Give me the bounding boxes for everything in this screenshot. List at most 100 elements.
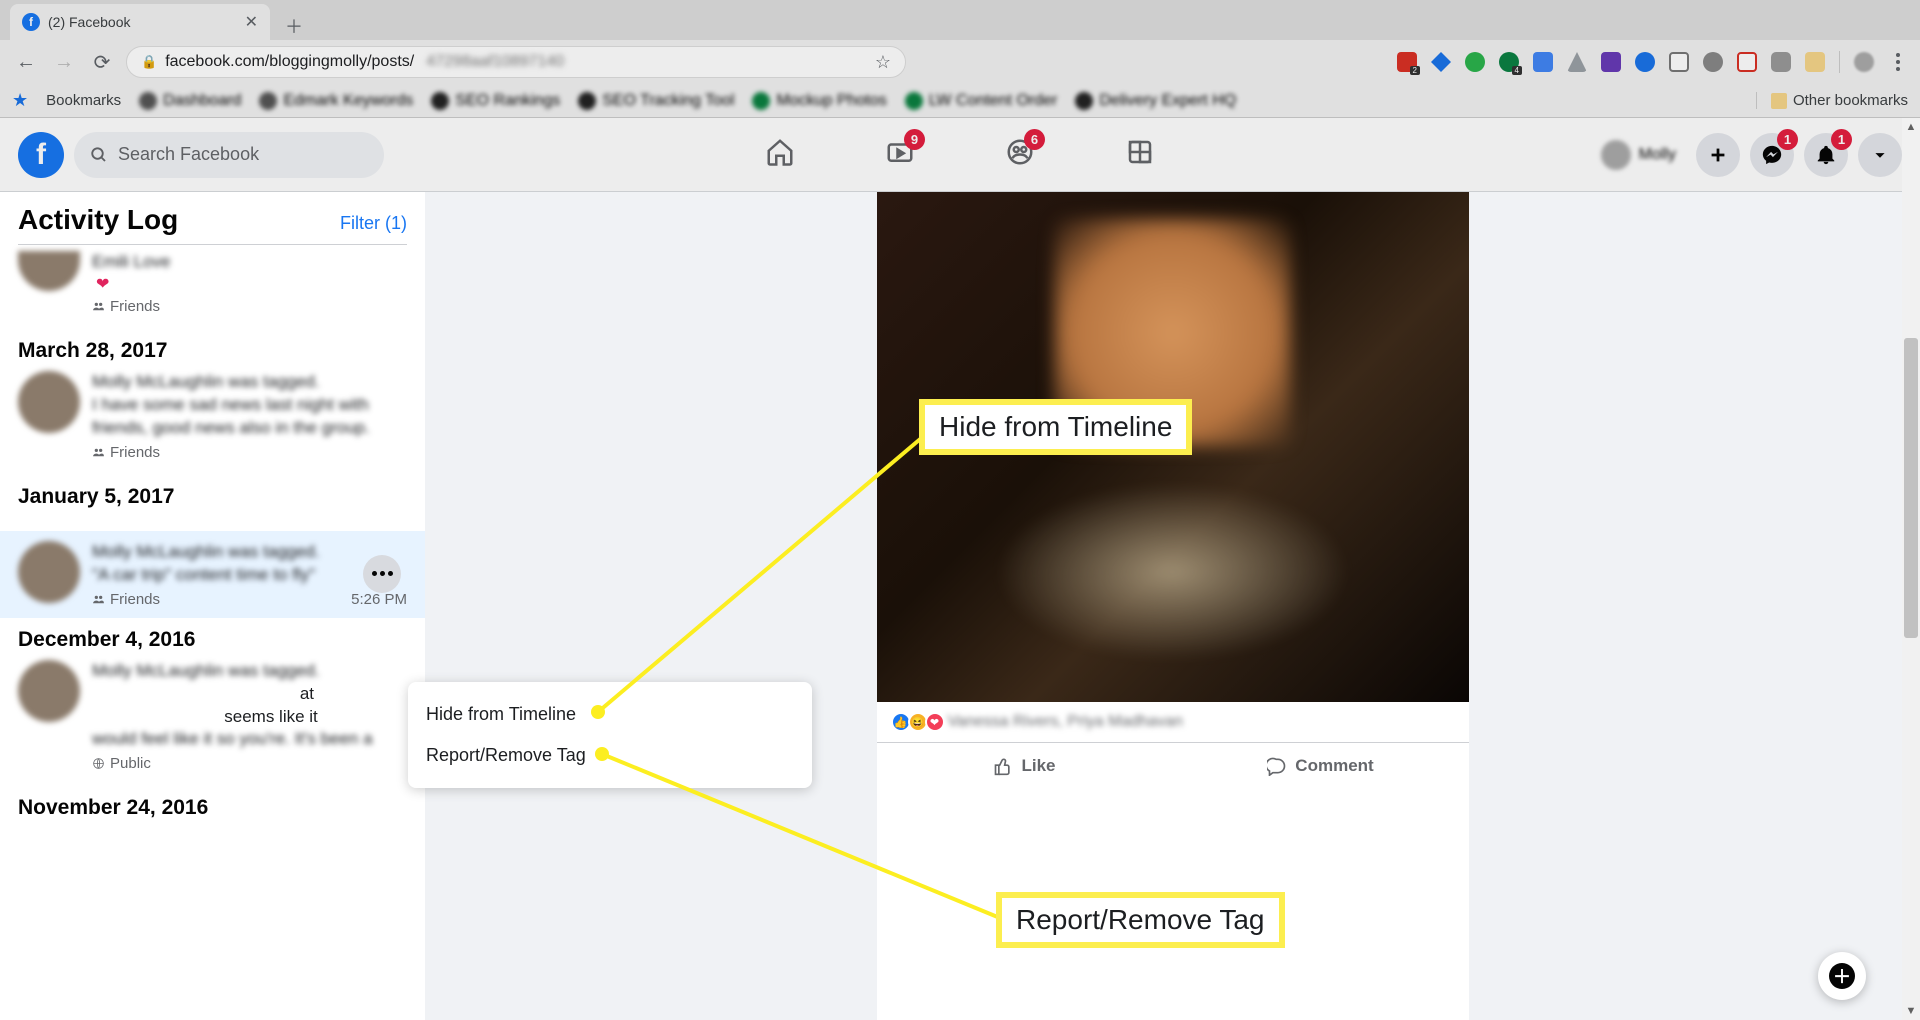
context-menu: Hide from Timeline Report/Remove Tag — [408, 682, 812, 788]
account-menu-button[interactable] — [1858, 133, 1902, 177]
date-header: March 28, 2017 — [18, 339, 407, 363]
bookmark-item[interactable]: SEO Rankings — [431, 92, 560, 110]
search-icon — [90, 146, 108, 164]
date-header: December 4, 2016 — [18, 628, 407, 652]
entry-time: 5:26 PM — [351, 591, 407, 608]
love-reaction-icon: ❤ — [925, 712, 945, 732]
bookmarks-label[interactable]: Bookmarks — [46, 92, 121, 109]
like-button[interactable]: Like — [877, 743, 1173, 789]
facebook-logo-icon[interactable]: f — [18, 132, 64, 178]
other-bookmarks[interactable]: Other bookmarks — [1756, 92, 1908, 109]
globe-icon — [92, 757, 105, 770]
plus-icon: ＋ — [1829, 963, 1855, 989]
friends-icon — [92, 593, 105, 606]
bookmark-item[interactable]: Delivery Expert HQ — [1075, 92, 1236, 110]
extension-icon[interactable] — [1669, 52, 1689, 72]
user-chip[interactable]: Molly — [1591, 136, 1686, 174]
nav-home[interactable] — [765, 137, 795, 172]
activity-entry-selected[interactable]: Molly McLaughlin was tagged. "A car trip… — [0, 531, 425, 618]
create-fab[interactable]: ＋ — [1818, 952, 1866, 1000]
nav-groups[interactable]: 6 — [1005, 137, 1035, 172]
ctx-hide-from-timeline[interactable]: Hide from Timeline — [408, 694, 812, 735]
close-icon[interactable]: ✕ — [245, 12, 258, 32]
friends-icon — [92, 446, 105, 459]
comment-button[interactable]: Comment — [1173, 743, 1469, 789]
date-header: January 5, 2017 — [18, 485, 407, 509]
extension-icon[interactable] — [1703, 52, 1723, 72]
extension-icon[interactable] — [1465, 52, 1485, 72]
activity-entry[interactable]: December 4, 2016 Molly McLaughlin was ta… — [0, 628, 425, 787]
scroll-thumb[interactable] — [1904, 338, 1918, 638]
fb-center-nav: 9 6 — [765, 137, 1155, 172]
badge: 6 — [1024, 129, 1045, 150]
reaction-stack: 👍 😆 ❤ — [891, 712, 942, 732]
extension-icon[interactable]: 2 — [1397, 52, 1417, 72]
vertical-scrollbar[interactable]: ▲ ▼ — [1902, 118, 1920, 1020]
extension-icon[interactable]: 4 — [1499, 52, 1519, 72]
extension-icon[interactable] — [1567, 52, 1587, 72]
home-icon — [765, 137, 795, 167]
bookmarks-bar: ★ Bookmarks Dashboard Edmark Keywords SE… — [0, 84, 1920, 118]
extension-icon[interactable] — [1805, 52, 1825, 72]
audience-label: Friends — [92, 298, 407, 315]
messenger-button[interactable]: 1 — [1750, 133, 1794, 177]
avatar — [18, 541, 80, 603]
badge: 1 — [1831, 129, 1852, 150]
bookmark-item[interactable]: LW Content Order — [905, 92, 1058, 110]
tab-bar: f (2) Facebook ✕ ＋ — [0, 0, 1920, 40]
avatar — [18, 251, 80, 291]
scroll-down-arrow[interactable]: ▼ — [1902, 1002, 1920, 1020]
extension-icon[interactable] — [1431, 52, 1451, 72]
bookmark-item[interactable]: Mockup Photos — [752, 92, 886, 110]
main-content: Activity Log Filter (1) Emili Love ❤ Fri… — [0, 192, 1920, 1020]
bookmark-star-icon: ★ — [12, 90, 28, 111]
reactions-row[interactable]: 👍 😆 ❤ Vanessa Rivers, Priya Madhavan — [877, 702, 1469, 743]
extension-icon[interactable] — [1771, 52, 1791, 72]
url-blurred: 47298aaf10897140 — [426, 53, 564, 71]
fb-header: f Search Facebook 9 6 Molly 1 1 — [0, 118, 1920, 192]
gaming-icon — [1125, 137, 1155, 167]
activity-entry[interactable]: March 28, 2017 Molly McLaughlin was tagg… — [0, 339, 425, 475]
search-placeholder: Search Facebook — [118, 144, 259, 165]
extension-icon[interactable] — [1601, 52, 1621, 72]
omnibox[interactable]: 🔒 facebook.com/bloggingmolly/posts/ 4729… — [126, 46, 906, 78]
bookmark-item[interactable]: Dashboard — [139, 92, 241, 110]
scroll-up-arrow[interactable]: ▲ — [1902, 118, 1920, 136]
activity-entry[interactable]: November 24, 2016 — [0, 796, 425, 842]
back-button[interactable]: ← — [12, 48, 40, 76]
comment-icon — [1267, 756, 1287, 776]
ctx-report-remove-tag[interactable]: Report/Remove Tag — [408, 735, 812, 776]
post-actions: Like Comment — [877, 743, 1469, 789]
create-button[interactable] — [1696, 133, 1740, 177]
new-tab-button[interactable]: ＋ — [280, 12, 308, 40]
thumb-up-icon — [993, 756, 1013, 776]
extension-icon[interactable] — [1533, 52, 1553, 72]
filter-link[interactable]: Filter (1) — [340, 213, 407, 234]
bookmark-item[interactable]: Edmark Keywords — [259, 92, 413, 110]
reload-button[interactable]: ⟳ — [88, 48, 116, 76]
chrome-menu-button[interactable] — [1888, 53, 1908, 71]
activity-entry[interactable]: Emili Love ❤ Friends — [0, 251, 425, 329]
browser-chrome: f (2) Facebook ✕ ＋ ← → ⟳ 🔒 facebook.com/… — [0, 0, 1920, 118]
avatar — [18, 660, 80, 722]
url-text: facebook.com/bloggingmolly/posts/ — [165, 53, 414, 71]
date-header: November 24, 2016 — [18, 796, 407, 820]
heart-icon: ❤ — [96, 276, 109, 293]
nav-watch[interactable]: 9 — [885, 137, 915, 172]
entry-options-button[interactable] — [363, 555, 401, 593]
nav-gaming[interactable] — [1125, 137, 1155, 172]
reaction-names: Vanessa Rivers, Priya Madhavan — [948, 713, 1183, 731]
notifications-button[interactable]: 1 — [1804, 133, 1848, 177]
extension-icon[interactable] — [1737, 52, 1757, 72]
forward-button[interactable]: → — [50, 48, 78, 76]
fb-right-controls: Molly 1 1 — [1591, 133, 1902, 177]
search-input[interactable]: Search Facebook — [74, 132, 384, 178]
profile-avatar-icon[interactable] — [1854, 52, 1874, 72]
extension-icon[interactable] — [1635, 52, 1655, 72]
avatar — [18, 371, 80, 433]
folder-icon — [1771, 93, 1787, 109]
browser-tab[interactable]: f (2) Facebook ✕ — [10, 4, 270, 40]
bookmark-star-icon[interactable]: ☆ — [875, 52, 891, 73]
bookmark-item[interactable]: SEO Tracking Tool — [578, 92, 734, 110]
page-title: Activity Log — [18, 204, 178, 236]
